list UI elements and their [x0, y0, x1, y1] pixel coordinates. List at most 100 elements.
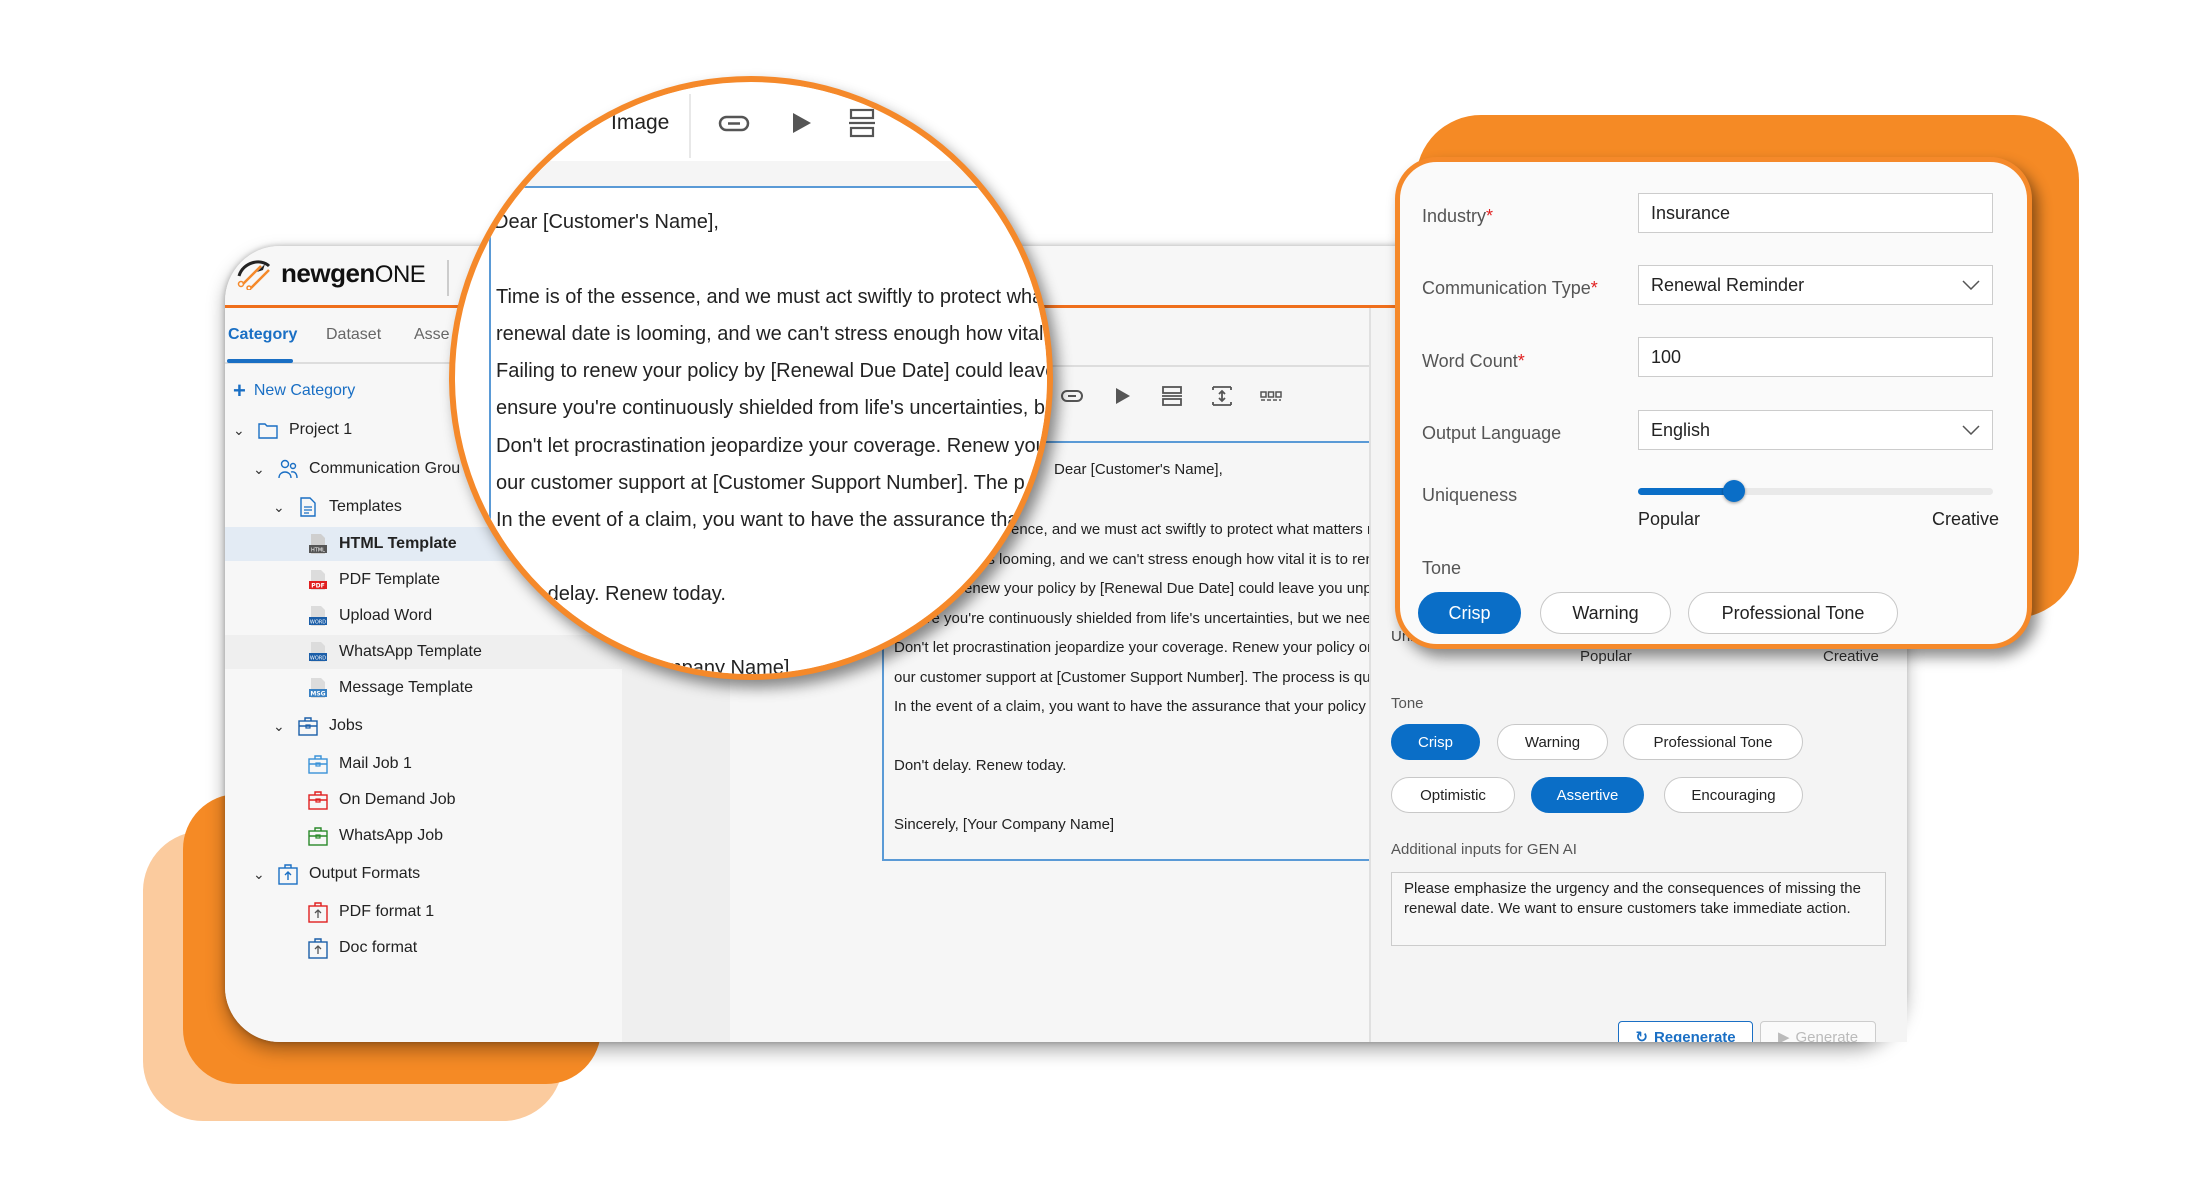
- editor-line: Dear [Customer's Name],: [1054, 461, 1223, 478]
- msg-file-icon: MSG: [309, 678, 327, 698]
- panel-footer: ↻ Regenerate ▶ Generate: [1369, 1006, 1905, 1042]
- chevron-down-icon[interactable]: ⌄: [273, 499, 287, 516]
- users-icon: [278, 459, 298, 479]
- industry-input[interactable]: Insurance: [1638, 193, 1993, 233]
- generate-button[interactable]: ▶ Generate: [1760, 1021, 1876, 1042]
- svg-text:PDF: PDF: [311, 583, 324, 590]
- logo-wordmark: newgenONE: [281, 257, 426, 288]
- tree-item-output-formats[interactable]: ⌄ Output Formats: [253, 857, 613, 891]
- document-icon: [300, 497, 316, 517]
- additional-inputs-textarea[interactable]: Please emphasize the urgency and the con…: [1391, 872, 1886, 946]
- editor-line: In the event of a claim, you want to hav…: [894, 698, 1371, 715]
- tone-chip-warning[interactable]: Warning: [1540, 592, 1671, 634]
- chevron-down-icon[interactable]: ⌄: [253, 461, 267, 478]
- editor-line: Sincerely, [Your Company Name]: [894, 816, 1115, 833]
- tab-dataset[interactable]: Dataset: [326, 326, 381, 344]
- tone-chip-professional[interactable]: Professional Tone: [1688, 592, 1898, 634]
- tree-item-mail-job-1[interactable]: Mail Job 1: [307, 747, 607, 781]
- chevron-down-icon[interactable]: ⌄: [253, 866, 267, 883]
- magnified-line: ensure you're continuously shielded from…: [496, 397, 1046, 419]
- uniqueness-slider[interactable]: [1638, 480, 1993, 502]
- html-file-icon: HTML: [309, 534, 327, 554]
- output-icon: [278, 864, 298, 885]
- tree-item-message-template[interactable]: MSG Message Template: [307, 671, 607, 705]
- tree-item-jobs[interactable]: ⌄ Jobs: [273, 709, 613, 743]
- briefcase-red-icon: [308, 791, 328, 810]
- chevron-down-icon[interactable]: ⌄: [233, 422, 247, 439]
- tone-label: Tone: [1422, 558, 1462, 578]
- tree-item-whatsapp-job[interactable]: WhatsApp Job: [307, 819, 607, 853]
- tone-chip-crisp[interactable]: Crisp: [1418, 592, 1521, 634]
- toolbar-divider: [689, 94, 691, 158]
- link-icon[interactable]: [718, 111, 750, 135]
- communication-type-select[interactable]: Renewal Reminder: [1638, 265, 1993, 305]
- link-icon[interactable]: [1060, 385, 1084, 407]
- magnified-toolbar-strip: [456, 161, 1047, 186]
- slider-min-label-bg: Popular: [1580, 648, 1632, 665]
- newgen-logo-icon: [237, 260, 271, 290]
- output-language-select[interactable]: English: [1638, 410, 1993, 450]
- magnified-line: Failing to renew your policy by [Renewal…: [496, 360, 1053, 382]
- magnified-line: In the event of a claim, you want to hav…: [496, 509, 1019, 531]
- tone-chip-encouraging[interactable]: Encouraging: [1664, 777, 1803, 813]
- chevron-down-icon[interactable]: ⌄: [273, 718, 287, 735]
- play-icon[interactable]: [789, 110, 813, 136]
- split-rows-icon[interactable]: [1160, 385, 1184, 407]
- output-language-label: Output Language: [1422, 423, 1562, 443]
- image-button[interactable]: Image: [611, 111, 669, 135]
- required-marker: *: [1486, 206, 1494, 226]
- tree-item-on-demand-job[interactable]: On Demand Job: [307, 783, 607, 817]
- required-marker: *: [1517, 351, 1525, 371]
- folder-icon: [258, 423, 278, 439]
- briefcase-blue-icon: [308, 755, 328, 774]
- industry-label: Industry*: [1422, 206, 1494, 226]
- tone-chip-warning[interactable]: Warning: [1497, 724, 1608, 760]
- uniqueness-label: Uniqueness: [1422, 485, 1518, 505]
- briefcase-icon: [298, 717, 318, 736]
- refresh-icon: ↻: [1635, 1029, 1648, 1042]
- uniqueness-slider-thumb[interactable]: [1722, 480, 1745, 502]
- active-tab-indicator: [227, 359, 293, 363]
- tone-chip-optimistic[interactable]: Optimistic: [1391, 777, 1515, 813]
- new-category-button[interactable]: + New Category: [233, 380, 356, 402]
- word-count-label: Word Count*: [1422, 351, 1525, 371]
- magnified-line: Time is of the essence, and we must act …: [496, 286, 1044, 308]
- communication-type-label: Communication Type*: [1422, 278, 1598, 298]
- additional-inputs-label: Additional inputs for GEN AI: [1391, 841, 1577, 858]
- magnified-line: Dear [Customer's Name],: [494, 211, 719, 233]
- tab-category[interactable]: Category: [228, 326, 297, 344]
- output-blue-icon: [308, 938, 328, 959]
- tone-chip-professional[interactable]: Professional Tone: [1623, 724, 1803, 760]
- svg-text:MSG: MSG: [310, 691, 325, 698]
- more-icon[interactable]: [1259, 385, 1283, 407]
- pdf-file-icon: PDF: [309, 570, 327, 590]
- tab-assets[interactable]: Asse: [414, 326, 450, 344]
- tone-label: Tone: [1391, 695, 1424, 712]
- slider-max-label: Creative: [1932, 509, 2000, 529]
- new-category-label: New Category: [253, 382, 356, 399]
- uniqueness-slider-fill: [1638, 488, 1734, 495]
- magnified-line: our customer support at [Customer Suppor…: [496, 472, 1025, 494]
- regenerate-button[interactable]: ↻ Regenerate: [1618, 1021, 1753, 1042]
- content-settings-card: Industry* Insurance Communication Type* …: [1395, 157, 2032, 649]
- slider-max-label-bg: Creative: [1823, 648, 1879, 665]
- tone-chip-assertive[interactable]: Assertive: [1531, 777, 1644, 813]
- chevron-down-icon: [1962, 280, 1980, 290]
- line-spacing-icon[interactable]: [1210, 385, 1234, 407]
- tone-chip-crisp[interactable]: Crisp: [1391, 724, 1480, 760]
- magnified-line: Don't let procrastination jeopardize you…: [496, 435, 1047, 457]
- editor-line: Don't delay. Renew today.: [894, 757, 1067, 774]
- chevron-down-icon: [1962, 425, 1980, 435]
- svg-text:HTML: HTML: [311, 548, 325, 554]
- slider-min-label: Popular: [1638, 509, 1701, 529]
- svg-text:WORD: WORD: [310, 620, 326, 626]
- magnifier-lens: Image Dear [Customer's Name], Time is of…: [449, 76, 1053, 680]
- play-icon[interactable]: [1110, 385, 1134, 407]
- tree-item-pdf-format-1[interactable]: PDF format 1: [307, 895, 607, 929]
- tree-item-doc-format[interactable]: Doc format: [307, 931, 607, 965]
- word-file-icon: WORD: [309, 642, 327, 662]
- magnified-line: renewal date is looming, and we can't st…: [496, 323, 1044, 345]
- newgen-logo: newgenONE: [235, 256, 426, 290]
- word-count-input[interactable]: 100: [1638, 337, 1993, 377]
- split-rows-icon[interactable]: [848, 108, 876, 138]
